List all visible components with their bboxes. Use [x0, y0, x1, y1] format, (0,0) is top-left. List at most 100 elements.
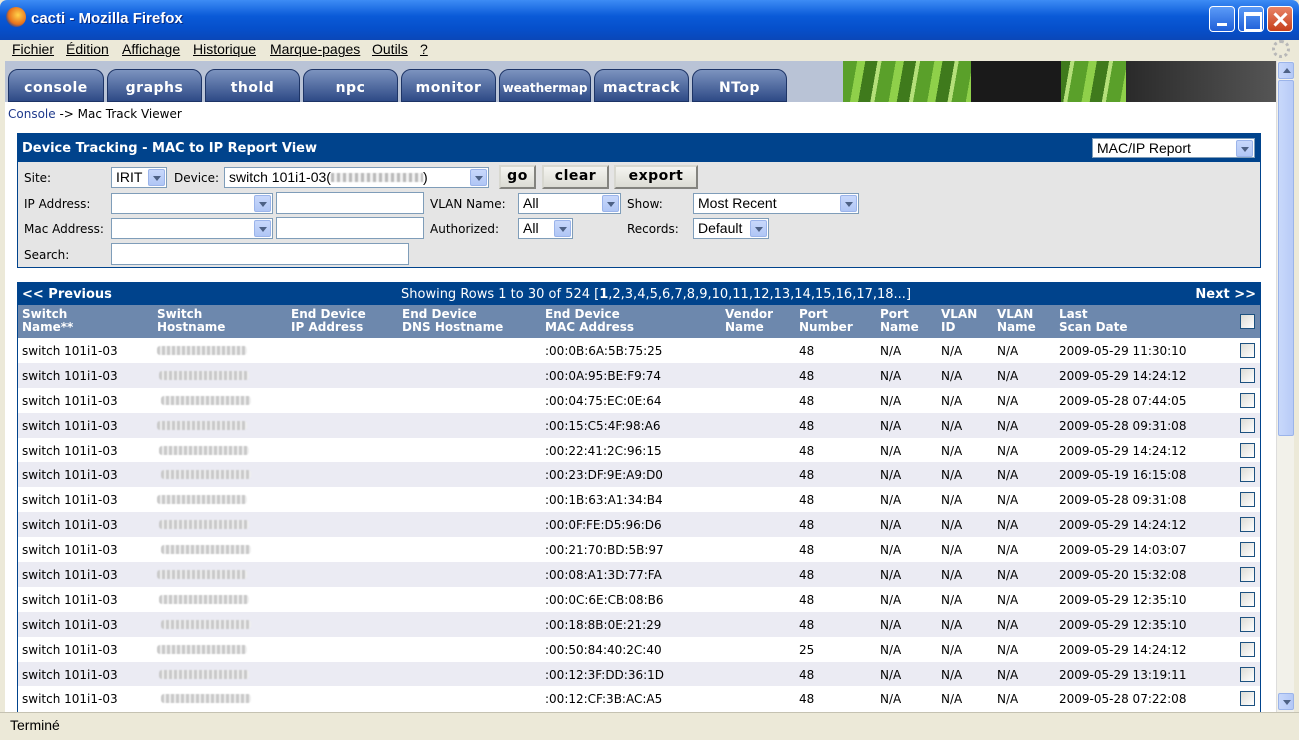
go-button[interactable]: go: [499, 165, 536, 189]
mac-address-input[interactable]: [276, 217, 424, 239]
col-vlan-name[interactable]: VLAN Name: [997, 308, 1036, 334]
previous-page-link[interactable]: << Previous: [22, 287, 112, 302]
menu-edition[interactable]: Édition: [66, 41, 109, 57]
col-mac-address[interactable]: End Device MAC Address: [545, 308, 634, 334]
cell-date: 2009-05-29 14:24:12: [1059, 642, 1187, 657]
report-type-select[interactable]: MAC/IP Report: [1092, 138, 1255, 158]
scroll-up-arrow-icon[interactable]: [1278, 62, 1294, 79]
minimize-button[interactable]: [1209, 6, 1235, 32]
select-all-checkbox[interactable]: [1240, 314, 1255, 329]
maximize-button[interactable]: [1238, 6, 1264, 32]
tab-graphs[interactable]: graphs: [107, 69, 202, 102]
menu-help[interactable]: ?: [420, 41, 428, 57]
redacted-hostname: [157, 346, 247, 355]
row-checkbox[interactable]: [1240, 641, 1255, 657]
menu-historique[interactable]: Historique: [193, 41, 256, 57]
row-checkbox[interactable]: [1240, 442, 1255, 458]
mac-filter-type-select[interactable]: [111, 218, 273, 239]
vlan-name-select[interactable]: All: [518, 193, 621, 214]
col-dns-hostname[interactable]: End Device DNS Hostname: [402, 308, 503, 334]
pagination-bar: << Previous Showing Rows 1 to 30 of 524 …: [18, 283, 1260, 305]
cell-date: 2009-05-28 09:31:08: [1059, 493, 1187, 508]
table-row: switch 101i1-03:00:0F:FE:D5:96:D6 48 N/A N/…: [18, 512, 1260, 538]
row-checkbox[interactable]: [1240, 467, 1255, 483]
tab-monitor[interactable]: monitor: [401, 69, 496, 102]
cell-date: 2009-05-29 14:03:07: [1059, 543, 1187, 558]
row-checkbox[interactable]: [1240, 542, 1255, 558]
col-ip-address[interactable]: End Device IP Address: [291, 308, 366, 334]
row-checkbox[interactable]: [1240, 492, 1255, 508]
show-select[interactable]: Most Recent: [693, 193, 859, 214]
col-vendor-name[interactable]: Vendor Name: [725, 308, 773, 334]
row-checkbox[interactable]: [1240, 567, 1255, 583]
row-checkbox[interactable]: [1240, 517, 1255, 533]
col-last-scan-date[interactable]: Last Scan Date: [1059, 308, 1128, 334]
cell-port: 48: [799, 344, 815, 358]
scroll-down-arrow-icon[interactable]: [1278, 693, 1294, 710]
cell-switch: switch 101i1-03: [22, 692, 118, 707]
row-checkbox[interactable]: [1240, 367, 1255, 383]
col-switch-name[interactable]: Switch Name**: [22, 308, 73, 334]
cell-vlan-id: N/A: [941, 667, 963, 682]
cell-port-name: N/A: [880, 418, 902, 433]
tab-ntop[interactable]: NTop: [692, 69, 787, 102]
col-switch-hostname[interactable]: Switch Hostname: [157, 308, 225, 334]
cell-switch: switch 101i1-03: [22, 568, 118, 583]
cell-vlan-name: N/A: [997, 568, 1019, 583]
table-row: switch 101i1-03:00:15:C5:4F:98:A6 48 N/A N/…: [18, 412, 1260, 438]
cell-vlan-name: N/A: [997, 518, 1019, 533]
authorized-select[interactable]: All: [518, 218, 573, 239]
tab-npc[interactable]: npc: [303, 69, 398, 102]
search-input[interactable]: [111, 243, 409, 265]
row-checkbox[interactable]: [1240, 417, 1255, 433]
table-header: Switch Name** Switch Hostname End Device IP…: [18, 305, 1260, 338]
scrollbar-thumb[interactable]: [1278, 80, 1294, 436]
row-checkbox[interactable]: [1240, 666, 1255, 682]
menu-outils[interactable]: Outils: [372, 41, 408, 57]
redacted-hostname: [159, 370, 249, 380]
tab-weathermap[interactable]: weathermap: [499, 69, 591, 102]
tab-mactrack[interactable]: mactrack: [594, 69, 689, 102]
clear-button[interactable]: clear: [542, 165, 609, 189]
row-checkbox[interactable]: [1240, 616, 1255, 632]
ip-filter-type-select[interactable]: [111, 193, 273, 214]
row-checkbox[interactable]: [1240, 343, 1255, 358]
col-port-name[interactable]: Port Name: [880, 308, 919, 334]
breadcrumb-console-link[interactable]: Console: [8, 107, 56, 121]
tab-thold[interactable]: thold: [205, 69, 300, 102]
row-checkbox[interactable]: [1240, 392, 1255, 408]
redacted-hostname: [161, 545, 251, 555]
ip-address-input[interactable]: [276, 192, 424, 214]
tab-console[interactable]: console: [8, 69, 104, 102]
row-checkbox[interactable]: [1240, 591, 1255, 607]
cell-switch: switch 101i1-03: [22, 493, 118, 508]
cell-vlan-id: N/A: [941, 518, 963, 533]
menu-affichage[interactable]: Affichage: [122, 41, 180, 57]
results-table: << Previous Showing Rows 1 to 30 of 524 …: [17, 282, 1261, 712]
col-vlan-id[interactable]: VLAN ID: [941, 308, 977, 334]
cell-vlan-id: N/A: [941, 368, 963, 383]
row-checkbox[interactable]: [1240, 691, 1255, 707]
firefox-icon: [6, 7, 26, 27]
device-label: Device:: [174, 171, 220, 185]
cell-switch: switch 101i1-03: [22, 543, 118, 558]
device-select[interactable]: switch 101i1-03(): [224, 167, 489, 188]
next-page-link[interactable]: Next >>: [1195, 287, 1256, 302]
records-select[interactable]: Default: [693, 218, 769, 239]
tabs-bar: console graphs thold npc monitor weather…: [5, 61, 1276, 102]
page-links[interactable]: ,2,3,4,5,6,7,8,9,10,11,12,13,14,15,16,17…: [608, 287, 911, 302]
close-button[interactable]: [1267, 6, 1293, 32]
site-select[interactable]: IRIT: [111, 167, 167, 188]
cell-date: 2009-05-29 13:19:11: [1059, 667, 1187, 682]
col-port-number[interactable]: Port Number: [799, 308, 853, 334]
menu-fichier[interactable]: Fichier: [12, 41, 54, 57]
redacted-hostname: [157, 420, 247, 430]
vertical-scrollbar[interactable]: [1276, 61, 1294, 712]
redacted-hostname: [159, 594, 249, 604]
export-button[interactable]: export: [614, 165, 698, 189]
cell-vlan-id: N/A: [941, 543, 963, 558]
cell-port: 48: [799, 518, 815, 533]
cell-mac: :00:23:DF:9E:A9:D0: [545, 468, 663, 483]
menu-marque-pages[interactable]: Marque-pages: [270, 41, 360, 57]
pagination-info: Showing Rows 1 to 30 of 524 [1,2,3,4,5,6…: [401, 287, 912, 302]
